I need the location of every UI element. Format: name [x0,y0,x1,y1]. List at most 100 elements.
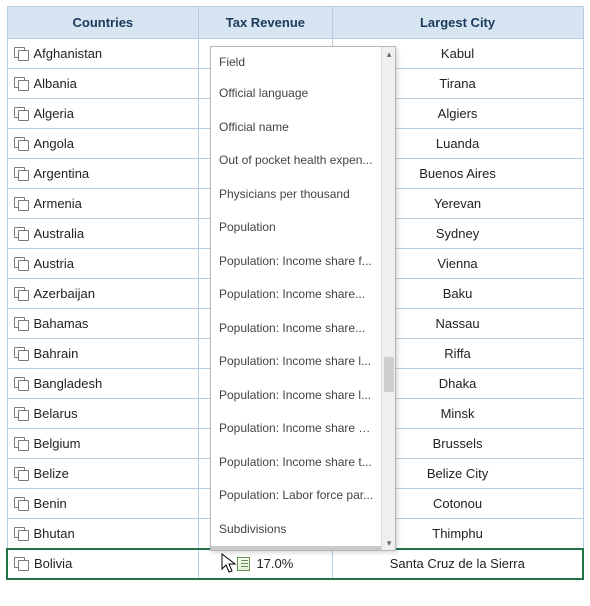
country-cell[interactable]: Benin [7,489,199,519]
linked-record-icon [14,47,28,59]
linked-record-icon [14,287,28,299]
city-cell[interactable]: Santa Cruz de la Sierra [332,549,583,579]
header-largest-city[interactable]: Largest City [332,7,583,39]
country-cell[interactable]: Angola [7,129,199,159]
country-cell[interactable]: Australia [7,219,199,249]
country-cell[interactable]: Austria [7,249,199,279]
country-cell[interactable]: Bahamas [7,309,199,339]
city-name: Luanda [436,136,479,151]
field-option[interactable]: Population: Income share l... [211,379,381,413]
city-name: Riffa [444,346,471,361]
linked-record-icon [14,407,28,419]
country-name: Algeria [34,106,74,121]
country-cell[interactable]: Armenia [7,189,199,219]
tax-cell[interactable]: 17.0% [199,549,332,579]
field-option[interactable]: Population: Labor force par... [211,479,381,513]
country-name: Armenia [34,196,82,211]
linked-record-icon [14,197,28,209]
linked-record-icon [14,467,28,479]
city-name: Baku [443,286,473,301]
city-name: Santa Cruz de la Sierra [390,556,525,571]
country-cell[interactable]: Bangladesh [7,369,199,399]
field-picker-dropdown[interactable]: FieldOfficial languageOfficial nameOut o… [210,46,396,551]
country-name: Austria [34,256,74,271]
country-cell[interactable]: Bahrain [7,339,199,369]
city-name: Yerevan [434,196,481,211]
city-name: Belize City [427,466,488,481]
field-picker-list: FieldOfficial languageOfficial nameOut o… [211,47,381,550]
country-cell[interactable]: Argentina [7,159,199,189]
field-option[interactable]: Physicians per thousand [211,178,381,212]
field-option[interactable]: Population: Income share s... [211,412,381,446]
field-option[interactable]: Population: Income share f... [211,245,381,279]
field-option[interactable]: Tax revenue (%) [211,546,381,550]
country-cell[interactable]: Bhutan [7,519,199,549]
header-row: Countries Tax Revenue Largest City [7,7,583,39]
country-name: Bangladesh [34,376,103,391]
country-cell[interactable]: Azerbaijan [7,279,199,309]
linked-record-icon [14,107,28,119]
insert-data-icon[interactable] [237,557,250,571]
field-option[interactable]: Out of pocket health expen... [211,144,381,178]
country-cell[interactable]: Belize [7,459,199,489]
field-option[interactable]: Official name [211,111,381,145]
scroll-thumb[interactable] [384,357,394,392]
city-name: Minsk [441,406,475,421]
field-option[interactable]: Population: Income share l... [211,345,381,379]
field-option[interactable]: Subdivisions [211,513,381,547]
country-name: Belize [34,466,69,481]
country-name: Bahamas [34,316,89,331]
city-name: Sydney [436,226,479,241]
linked-record-icon [14,77,28,89]
country-cell[interactable]: Algeria [7,99,199,129]
city-name: Thimphu [432,526,483,541]
linked-record-icon [14,437,28,449]
country-cell[interactable]: Afghanistan [7,39,199,69]
city-name: Vienna [437,256,477,271]
city-name: Buenos Aires [419,166,496,181]
tax-value: 17.0% [256,556,293,571]
country-name: Benin [34,496,67,511]
country-name: Bahrain [34,346,79,361]
linked-record-icon [14,317,28,329]
city-name: Brussels [433,436,483,451]
table-row: Bolivia 17.0% Santa Cruz de la Sierra [7,549,583,579]
field-option[interactable]: Population [211,211,381,245]
field-option[interactable]: Field [211,47,381,77]
city-name: Algiers [438,106,478,121]
city-name: Cotonou [433,496,482,511]
country-name: Afghanistan [34,46,103,61]
header-countries[interactable]: Countries [7,7,199,39]
country-cell[interactable]: Albania [7,69,199,99]
country-name: Bhutan [34,526,75,541]
field-option[interactable]: Official language [211,77,381,111]
country-cell[interactable]: Belgium [7,429,199,459]
linked-record-icon [14,167,28,179]
scroll-down-arrow[interactable]: ▾ [382,536,396,550]
dropdown-scrollbar[interactable]: ▴ ▾ [381,47,395,550]
country-name: Bolivia [34,556,72,571]
linked-record-icon [14,497,28,509]
scroll-up-arrow[interactable]: ▴ [382,47,396,61]
linked-record-icon [14,257,28,269]
city-name: Tirana [439,76,475,91]
country-cell[interactable]: Bolivia [7,549,199,579]
linked-record-icon [14,527,28,539]
country-name: Azerbaijan [34,286,95,301]
field-option[interactable]: Population: Income share t... [211,446,381,480]
field-option[interactable]: Population: Income share... [211,312,381,346]
linked-record-icon [14,347,28,359]
header-tax-revenue[interactable]: Tax Revenue [199,7,332,39]
country-name: Albania [34,76,77,91]
linked-record-icon [14,557,28,569]
city-name: Dhaka [439,376,477,391]
country-name: Australia [34,226,85,241]
country-name: Belarus [34,406,78,421]
country-name: Argentina [34,166,90,181]
linked-record-icon [14,377,28,389]
linked-record-icon [14,137,28,149]
city-name: Kabul [441,46,474,61]
country-cell[interactable]: Belarus [7,399,199,429]
field-option[interactable]: Population: Income share... [211,278,381,312]
country-name: Belgium [34,436,81,451]
